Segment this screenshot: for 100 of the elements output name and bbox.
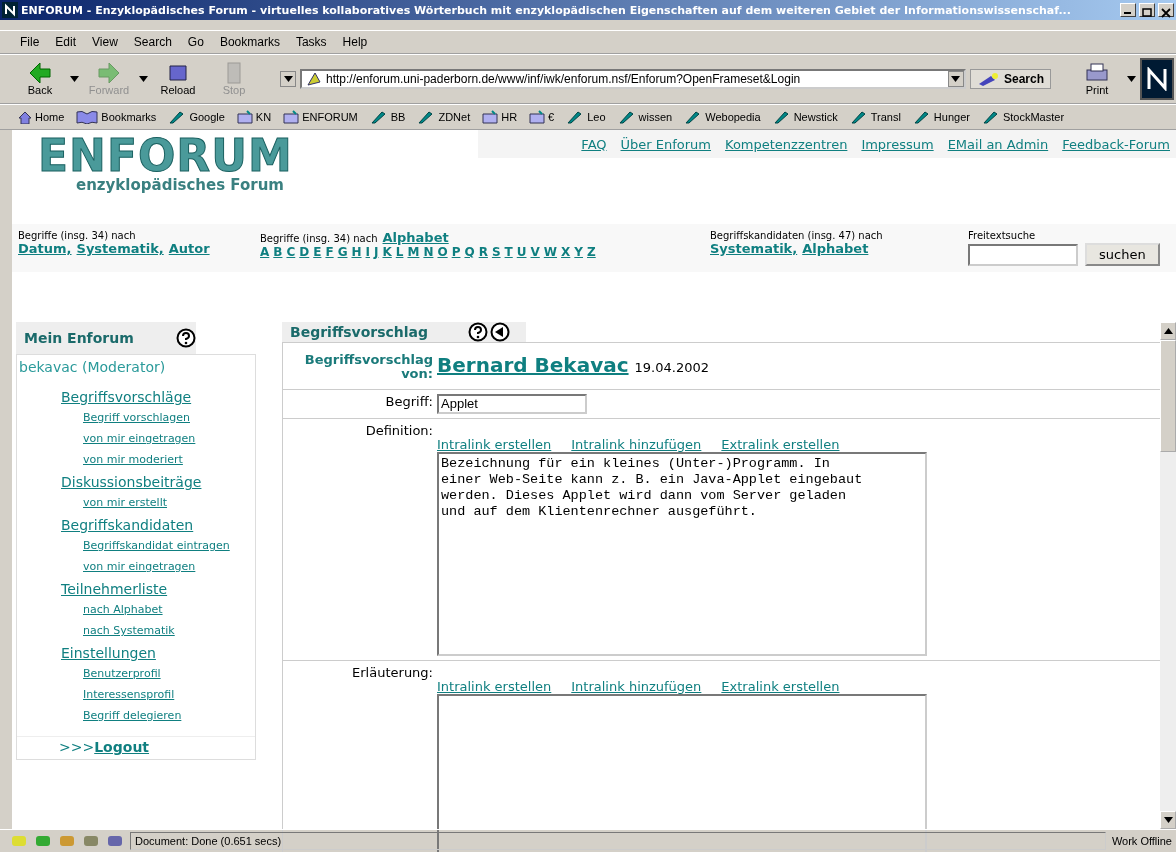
letter-link[interactable]: P (451, 245, 461, 259)
toolbar-button[interactable]: Reload (152, 62, 204, 96)
nav-link[interactable]: Systematik, (76, 241, 164, 256)
help-icon[interactable] (176, 328, 196, 348)
letter-link[interactable]: T (504, 245, 513, 259)
letter-link[interactable]: F (325, 245, 334, 259)
nav-link[interactable]: Datum, (18, 241, 72, 256)
term-field[interactable]: Applet (437, 394, 587, 414)
link-action[interactable]: Extralink erstellen (721, 437, 840, 452)
sidebar-section-link[interactable]: Diskussionsbeiträge (61, 474, 255, 490)
letter-link[interactable]: K (382, 245, 392, 259)
minimize-button[interactable] (1120, 3, 1136, 17)
sidebar-section-link[interactable]: Einstellungen (61, 645, 255, 661)
bookmark-item[interactable]: Transl (845, 110, 905, 124)
sidebar-link[interactable]: von mir moderiert (83, 453, 255, 466)
search-button[interactable]: Search (969, 69, 1051, 89)
help-icon[interactable] (468, 322, 488, 342)
nav-link[interactable]: Systematik, (710, 241, 798, 256)
sidebar-link[interactable]: Benutzerprofil (83, 667, 255, 680)
letter-link[interactable]: E (313, 245, 322, 259)
sidebar-section-link[interactable]: Begriffskandidaten (61, 517, 255, 533)
letter-link[interactable]: M (407, 245, 420, 259)
letter-link[interactable]: S (491, 245, 501, 259)
bookmark-item[interactable]: Google (164, 110, 229, 124)
letter-link[interactable]: Z (587, 245, 596, 259)
link-action[interactable]: Intralink hinzufügen (571, 679, 702, 694)
sidebar-link[interactable]: Begriff delegieren (83, 709, 255, 722)
sidebar-link[interactable]: von mir eingetragen (83, 560, 255, 573)
bookmark-item[interactable]: Newstick (768, 110, 842, 124)
letter-link[interactable]: V (530, 245, 540, 259)
nav-link[interactable]: Autor (168, 241, 210, 256)
print-button[interactable]: Print (1071, 62, 1123, 96)
letter-link[interactable]: H (351, 245, 362, 259)
bookmark-item[interactable]: ZDNet (413, 110, 475, 124)
logout-link[interactable]: Logout (94, 739, 150, 755)
sidebar-section-link[interactable]: Teilnehmerliste (61, 581, 255, 597)
bookmark-item[interactable]: Hunger (908, 110, 974, 124)
link-action[interactable]: Intralink erstellen (437, 437, 552, 452)
bookmark-item[interactable]: Bookmarks (72, 110, 161, 124)
sidebar-link[interactable]: nach Alphabet (83, 603, 255, 616)
back-icon[interactable] (490, 322, 510, 342)
sidebar-link[interactable]: Begriffskandidat eintragen (83, 539, 255, 552)
scrollbar-thumb[interactable] (1160, 340, 1176, 452)
bookmark-item[interactable]: StockMaster (977, 110, 1069, 124)
bookmark-item[interactable]: KN (232, 110, 276, 124)
menu-item[interactable]: Search (127, 35, 178, 49)
author-link[interactable]: Bernard Bekavac (437, 353, 629, 381)
bookmark-item[interactable]: ENFORUM (279, 110, 362, 124)
letter-link[interactable]: G (337, 245, 348, 259)
sidebar-link[interactable]: von mir eingetragen (83, 432, 255, 445)
sidebar-link[interactable]: nach Systematik (83, 624, 255, 637)
link-action[interactable]: Intralink erstellen (437, 679, 552, 694)
letter-link[interactable]: Q (464, 245, 475, 259)
close-button[interactable] (1158, 3, 1174, 17)
letter-link[interactable]: D (299, 245, 310, 259)
nav-link[interactable]: Alphabet (802, 241, 869, 256)
menu-item[interactable]: Bookmarks (213, 35, 286, 49)
bookmark-item[interactable]: Home (14, 110, 69, 124)
nav-link[interactable]: Über Enforum (620, 136, 711, 152)
nav-link[interactable]: Feedback-Forum (1062, 136, 1170, 152)
bookmark-item[interactable]: Webopedia (680, 110, 765, 124)
letter-link[interactable]: N (423, 245, 434, 259)
letter-link[interactable]: L (395, 245, 404, 259)
url-dropdown[interactable] (947, 71, 964, 87)
text-area[interactable]: Bezeichnung für ein kleines (Unter-)Programm. In einer Web-Seite kann z. B. ein Java-Applet eingebaut werden. Dieses Applet wird dann vom Server geladen und auf dem Klientenrechner ausgeführt. (437, 452, 927, 656)
letter-link[interactable]: J (374, 245, 379, 259)
menu-item[interactable]: View (86, 35, 124, 49)
menu-item[interactable]: Help (336, 35, 374, 49)
maximize-button[interactable] (1139, 3, 1155, 17)
url-field[interactable]: http://enforum.uni-paderborn.de/www/inf/iwk/enforum.nsf/Enforum?OpenFrameset&Login (300, 69, 966, 89)
bookmark-item[interactable]: wissen (613, 110, 677, 124)
link-action[interactable]: Intralink hinzufügen (571, 437, 702, 452)
letter-link[interactable]: B (273, 245, 283, 259)
menu-item[interactable]: File (14, 35, 46, 49)
nav-link[interactable]: FAQ (581, 136, 607, 152)
letter-link[interactable]: C (286, 245, 296, 259)
toolbar-button[interactable]: Back (14, 62, 66, 96)
sidebar-link[interactable]: von mir erstellt (83, 496, 255, 509)
work-offline-toggle[interactable]: Work Offline (1111, 835, 1172, 847)
menu-item[interactable]: Go (181, 35, 210, 49)
letter-link[interactable]: A (260, 245, 270, 259)
sidebar-link[interactable]: Interessensprofil (83, 688, 255, 701)
letter-link[interactable]: O (437, 245, 448, 259)
nav-link[interactable]: EMail an Admin (947, 136, 1049, 152)
menu-item[interactable]: Tasks (289, 35, 333, 49)
menu-item[interactable]: Edit (49, 35, 83, 49)
bookmark-item[interactable]: HR (478, 110, 522, 124)
search-button[interactable]: suchen (1085, 243, 1160, 266)
letter-link[interactable]: U (516, 245, 527, 259)
link-action[interactable]: Extralink erstellen (721, 679, 840, 694)
letter-link[interactable]: X (561, 245, 571, 259)
bookmark-item[interactable]: € (525, 110, 559, 124)
history-dropdown[interactable] (280, 71, 296, 87)
bookmark-item[interactable]: Leo (562, 110, 610, 124)
letter-link[interactable]: R (478, 245, 488, 259)
sidebar-link[interactable]: Begriff vorschlagen (83, 411, 255, 424)
alphabet-link[interactable]: Alphabet (382, 230, 449, 245)
search-field[interactable] (968, 243, 1078, 266)
nav-link[interactable]: Kompetenzzentren (725, 136, 848, 152)
letter-link[interactable]: W (543, 245, 558, 259)
